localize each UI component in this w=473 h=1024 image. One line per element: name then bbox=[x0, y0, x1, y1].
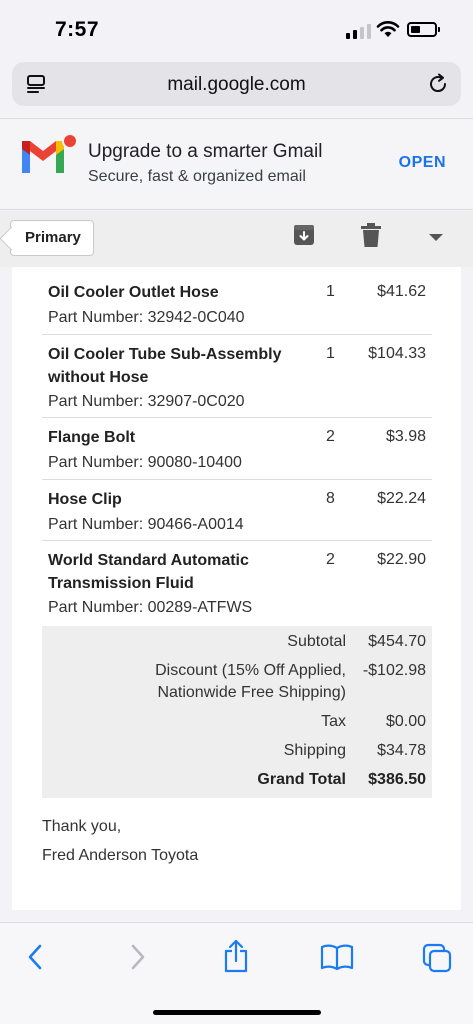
grand-total-label: Grand Total bbox=[257, 771, 346, 788]
reload-icon[interactable] bbox=[427, 73, 449, 95]
item-qty: 2 bbox=[326, 551, 335, 568]
item-price: $22.90 bbox=[377, 551, 426, 568]
gmail-logo-icon bbox=[22, 141, 64, 173]
item-name: Oil Cooler Tube Sub-Assembly without Hos… bbox=[48, 346, 282, 386]
tabs-icon[interactable] bbox=[422, 943, 452, 973]
shipping-row: Shipping $34.78 bbox=[284, 740, 426, 762]
trash-icon[interactable] bbox=[361, 223, 381, 247]
item-part-number: Part Number: 90080-10400 bbox=[48, 454, 242, 471]
notification-dot bbox=[62, 133, 78, 149]
item-part-number: Part Number: 32907-0C020 bbox=[48, 393, 245, 410]
item-price: $41.62 bbox=[377, 283, 426, 300]
discount-label: Discount (15% Off Applied, Nationwide Fr… bbox=[155, 660, 346, 704]
gmail-upgrade-banner: Upgrade to a smarter Gmail Secure, fast … bbox=[0, 118, 473, 210]
primary-label-chip[interactable]: Primary bbox=[10, 220, 94, 256]
grand-total-row: Grand Total $386.50 bbox=[257, 769, 426, 791]
back-icon[interactable] bbox=[24, 943, 48, 971]
url-text[interactable]: mail.google.com bbox=[12, 74, 461, 96]
open-button[interactable]: OPEN bbox=[399, 154, 446, 172]
item-qty: 1 bbox=[326, 345, 335, 362]
cellular-signal-icon bbox=[346, 24, 371, 39]
item-name: Hose Clip bbox=[48, 491, 122, 508]
closing-text: Thank you, bbox=[42, 818, 122, 835]
table-row: Oil Cooler Tube Sub-Assembly without Hos… bbox=[42, 335, 432, 418]
table-row: Oil Cooler Outlet Hose Part Number: 3294… bbox=[42, 273, 432, 335]
signature-text: Fred Anderson Toyota bbox=[42, 847, 199, 864]
order-totals: Subtotal $454.70 Discount (15% Off Appli… bbox=[42, 626, 432, 798]
mail-toolbar: Primary bbox=[0, 211, 473, 267]
home-indicator bbox=[153, 1010, 321, 1015]
discount-label-line-1: Discount (15% Off Applied, bbox=[155, 662, 346, 679]
browser-bottom-bar bbox=[0, 922, 473, 1024]
item-qty: 1 bbox=[326, 283, 335, 300]
tax-value: $0.00 bbox=[385, 713, 426, 730]
subtotal-row: Subtotal $454.70 bbox=[287, 631, 426, 653]
primary-label-text: Primary bbox=[25, 229, 81, 246]
item-name: World Standard Automatic Transmission Fl… bbox=[48, 552, 249, 592]
item-name: Flange Bolt bbox=[48, 429, 136, 446]
item-part-number: Part Number: 00289-ATFWS bbox=[48, 599, 253, 616]
tax-label: Tax bbox=[321, 713, 346, 730]
grand-total-value: $386.50 bbox=[368, 771, 426, 788]
archive-icon[interactable] bbox=[293, 224, 315, 246]
order-items-table: Oil Cooler Outlet Hose Part Number: 3294… bbox=[42, 273, 432, 625]
item-price: $104.33 bbox=[368, 345, 426, 362]
item-name: Oil Cooler Outlet Hose bbox=[48, 284, 219, 301]
email-body: Oil Cooler Outlet Hose Part Number: 3294… bbox=[12, 267, 461, 910]
table-row: Hose Clip Part Number: 90466-A0014 8 $22… bbox=[42, 480, 432, 541]
item-price: $3.98 bbox=[385, 428, 426, 445]
table-row: Flange Bolt Part Number: 90080-10400 2 $… bbox=[42, 418, 432, 480]
item-qty: 8 bbox=[326, 490, 335, 507]
shipping-label: Shipping bbox=[283, 742, 346, 759]
tax-row: Tax $0.00 bbox=[321, 711, 426, 733]
bookmarks-icon[interactable] bbox=[320, 943, 354, 971]
subtotal-value: $454.70 bbox=[368, 633, 426, 650]
item-qty: 2 bbox=[326, 428, 335, 445]
forward-icon[interactable] bbox=[125, 943, 149, 971]
status-bar: 7:57 bbox=[0, 0, 473, 60]
discount-row: Discount (15% Off Applied, Nationwide Fr… bbox=[155, 660, 426, 704]
status-time: 7:57 bbox=[55, 18, 100, 41]
item-part-number: Part Number: 90466-A0014 bbox=[48, 516, 244, 533]
subtotal-label: Subtotal bbox=[287, 633, 346, 650]
discount-value: -$102.98 bbox=[362, 662, 426, 679]
address-bar[interactable]: mail.google.com bbox=[12, 62, 461, 106]
battery-icon bbox=[407, 22, 440, 37]
share-icon[interactable] bbox=[223, 939, 249, 973]
more-dropdown-icon[interactable] bbox=[428, 233, 444, 243]
table-row: World Standard Automatic Transmission Fl… bbox=[42, 541, 432, 625]
wifi-icon bbox=[376, 21, 400, 37]
discount-label-line-2: Nationwide Free Shipping) bbox=[157, 684, 346, 701]
shipping-value: $34.78 bbox=[377, 742, 426, 759]
item-price: $22.24 bbox=[377, 490, 426, 507]
banner-subtitle: Secure, fast & organized email bbox=[88, 168, 306, 185]
item-part-number: Part Number: 32942-0C040 bbox=[48, 309, 245, 326]
banner-title: Upgrade to a smarter Gmail bbox=[88, 141, 323, 162]
